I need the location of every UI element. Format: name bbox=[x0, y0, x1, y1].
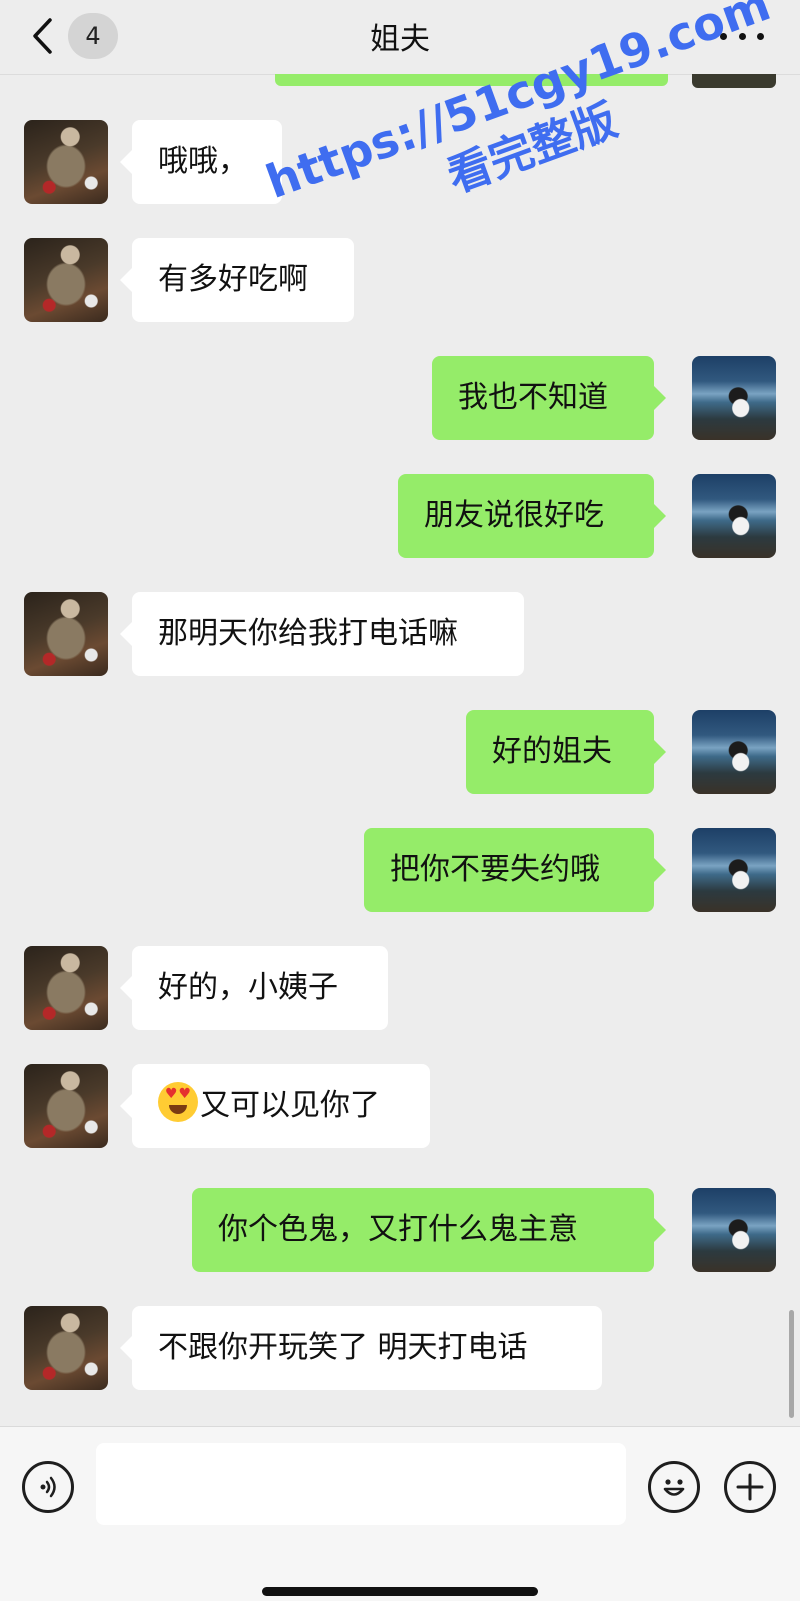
message-bubble[interactable]: 有多好吃啊 bbox=[120, 238, 354, 322]
more-dots-icon bbox=[720, 32, 727, 40]
avatar[interactable] bbox=[24, 238, 108, 322]
voice-button[interactable] bbox=[22, 1461, 74, 1513]
message-bubble[interactable]: 朋友说很好吃 bbox=[398, 474, 666, 558]
message-bubble[interactable]: 不跟你开玩笑了 明天打电话 bbox=[120, 1306, 602, 1390]
previous-message-bubble bbox=[275, 74, 668, 86]
more-dots-icon bbox=[738, 32, 746, 40]
emoji-icon bbox=[663, 1479, 685, 1496]
more-dots-icon bbox=[757, 32, 764, 40]
avatar[interactable] bbox=[24, 946, 108, 1030]
avatar[interactable] bbox=[692, 828, 776, 912]
scrollbar[interactable] bbox=[789, 1310, 794, 1418]
avatar[interactable] bbox=[24, 592, 108, 676]
more-button[interactable] bbox=[720, 18, 764, 54]
avatar bbox=[692, 74, 776, 88]
emoji-button[interactable] bbox=[648, 1461, 700, 1513]
message-bubble[interactable]: 又可以见你了 bbox=[120, 1064, 430, 1148]
avatar[interactable] bbox=[24, 120, 108, 204]
plus-button[interactable] bbox=[724, 1461, 776, 1513]
plus-icon bbox=[736, 1473, 764, 1501]
message-bubble[interactable]: 那明天你给我打电话嘛 bbox=[120, 592, 524, 676]
avatar[interactable] bbox=[692, 356, 776, 440]
chat-title: 姐夫 bbox=[370, 22, 430, 57]
home-indicator bbox=[262, 1587, 538, 1596]
avatar[interactable] bbox=[692, 1188, 776, 1272]
avatar[interactable] bbox=[24, 1064, 108, 1148]
message-bubble[interactable]: 我也不知道 bbox=[432, 356, 666, 440]
input-bar bbox=[0, 1426, 800, 1601]
heart-eyes-emoji-icon bbox=[158, 1082, 198, 1122]
message-bubble[interactable]: 你个色鬼，又打什么鬼主意 bbox=[192, 1188, 666, 1272]
message-text: 又可以见你了 bbox=[200, 1088, 380, 1123]
avatar[interactable] bbox=[24, 1306, 108, 1390]
message-bubble[interactable]: 把你不要失约哦 bbox=[364, 828, 666, 912]
chat-header: 4 姐夫 bbox=[0, 0, 800, 75]
avatar[interactable] bbox=[692, 474, 776, 558]
message-bubble[interactable]: 哦哦， bbox=[120, 120, 282, 204]
message-bubble[interactable]: 好的，小姨子 bbox=[120, 946, 388, 1030]
message-list[interactable]: 哦哦， 有多好吃啊 我也不知道 朋友说很好吃 那明天你给我打电话嘛 好的姐夫 把… bbox=[0, 74, 800, 1426]
message-bubble[interactable]: 好的姐夫 bbox=[466, 710, 666, 794]
voice-icon bbox=[40, 1476, 56, 1498]
message-input[interactable] bbox=[96, 1443, 626, 1525]
avatar[interactable] bbox=[692, 710, 776, 794]
